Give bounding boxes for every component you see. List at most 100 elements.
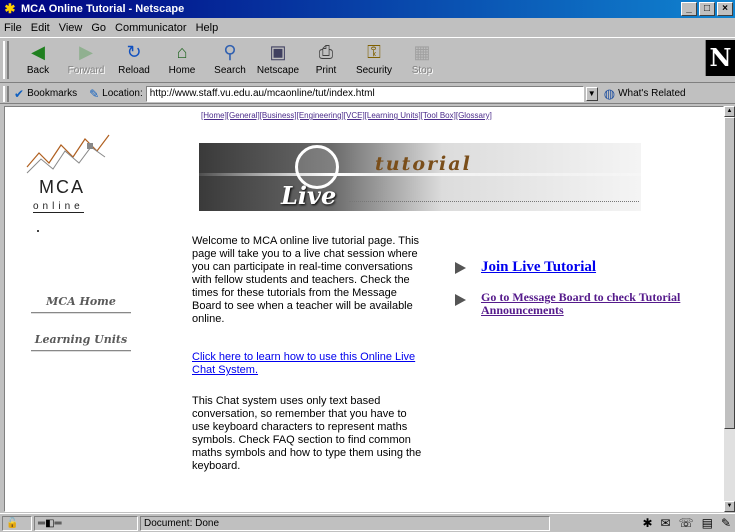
security-label: Security [355,65,393,76]
navigator-icon[interactable]: ✱ [642,516,652,530]
home-label: Home [168,65,196,76]
url-dropdown-button[interactable]: ▼ [585,86,598,101]
edit-icon[interactable]: ✎ [721,516,731,530]
sidenav-divider [31,312,131,313]
print-icon: ⎙ [318,41,334,62]
sidenav-learning-units-label: Learning Units [34,333,128,346]
bookmark-icon: ✔ [14,86,25,101]
scroll-down-button[interactable]: ▼ [724,501,735,512]
sidenav-mca-home-label: MCA Home [46,295,116,308]
globe-icon: ◍ [603,85,616,101]
forward-button[interactable]: ▶ Forward [62,38,110,82]
netscape-label: Netscape [256,65,300,76]
logo-text-online: online [33,201,84,213]
mca-online-logo[interactable]: MCA online [25,129,125,215]
intro-paragraph: Welcome to MCA online live tutorial page… [192,235,420,325]
logo-graph-icon [26,134,110,174]
message-board-link[interactable]: Go to Message Board to check Tutorial An… [481,291,681,317]
nav-link-vce[interactable]: [VCE] [344,111,365,120]
location-label: ✎ Location: [89,87,143,101]
stop-icon: ▦ [413,41,431,62]
window-title: MCA Online Tutorial - Netscape [21,3,185,15]
toolbar-grip[interactable] [3,41,9,79]
reload-icon: ↻ [126,41,142,62]
logo-text-mca: MCA [39,177,85,197]
scroll-up-button[interactable]: ▲ [724,106,735,117]
whats-related-button[interactable]: ◍ What's Related [604,86,686,102]
composer-icon[interactable]: ▤ [702,516,713,530]
netscape-icon: ▣ [269,41,287,62]
banner-live-text: Live [281,181,337,210]
netscape-button[interactable]: ▣ Netscape [254,38,302,82]
nav-link-general[interactable]: [General] [227,111,260,120]
menu-edit[interactable]: Edit [31,22,50,34]
decorative-dot [37,230,39,232]
title-bar: ✱ MCA Online Tutorial - Netscape _ □ × [0,0,735,18]
search-icon: ⚲ [223,41,237,62]
discussion-icon[interactable]: ☏ [679,516,694,530]
security-button[interactable]: ⚿ Security [350,38,398,82]
reload-button[interactable]: ↻ Reload [110,38,158,82]
status-bar: 🔓 ═◧═ Document: Done ✱ ✉ ☏ ▤ ✎ [0,513,735,532]
stop-button[interactable]: ▦ Stop [398,38,446,82]
join-live-tutorial-link[interactable]: Join Live Tutorial [481,259,596,276]
whats-related-label: What's Related [618,88,686,99]
status-text: Document: Done [140,515,550,531]
home-button[interactable]: ⌂ Home [158,38,206,82]
sidenav-learning-units[interactable]: Learning Units [31,333,131,351]
back-label: Back [26,65,50,76]
nav-link-business[interactable]: [Business] [260,111,297,120]
reload-label: Reload [118,65,150,76]
scroll-thumb[interactable] [724,117,735,429]
maximize-button[interactable]: □ [699,2,715,16]
bookmarks-label: Bookmarks [27,88,78,99]
menu-communicator[interactable]: Communicator [115,22,187,34]
bookmarks-button[interactable]: ✔ Bookmarks [14,87,77,101]
howto-link[interactable]: Click here to learn how to use this Onli… [192,351,424,377]
navigation-toolbar: ◀ Back ▶ Forward ↻ Reload ⌂ Home ⚲ Searc… [0,37,735,83]
sidenav-mca-home[interactable]: MCA Home [31,295,131,313]
sidenav-divider [31,350,131,351]
url-input[interactable] [145,85,584,102]
location-toolbar-grip[interactable] [3,86,9,102]
menu-bar: File Edit View Go Communicator Help [0,19,735,36]
nav-link-home[interactable]: [Home] [201,111,227,120]
forward-label: Forward [67,65,105,76]
window-controls: _ □ × [681,2,733,16]
top-navigation: [Home][General][Business][Engineering][V… [201,111,492,120]
security-status-icon[interactable]: 🔓 [2,515,32,531]
netscape-app-icon: ✱ [4,1,16,16]
vertical-scrollbar[interactable]: ▲ ▼ [724,106,735,512]
page-content: [Home][General][Business][Engineering][V… [4,106,724,512]
lock-icon: ⚿ [367,41,381,62]
progress-indicator: ═◧═ [34,515,138,531]
banner-dotted-line [349,201,639,202]
arrow-right-icon [455,294,466,306]
mail-icon[interactable]: ✉ [661,516,671,530]
location-label-text: Location: [102,88,143,99]
menu-view[interactable]: View [59,22,83,34]
banner-tutorial-text: tutorial [375,153,472,175]
minimize-button[interactable]: _ [681,2,697,16]
menu-go[interactable]: Go [91,22,106,34]
arrow-right-icon [455,262,466,274]
home-icon: ⌂ [176,41,188,62]
stop-label: Stop [411,65,433,76]
nav-link-engineering[interactable]: [Engineering] [297,111,344,120]
nav-link-tool-box[interactable]: [Tool Box] [421,111,456,120]
back-button[interactable]: ◀ Back [14,38,62,82]
close-button[interactable]: × [717,2,733,16]
back-arrow-icon: ◀ [31,41,45,62]
netscape-logo[interactable]: N [705,40,735,76]
live-tutorial-banner: Live tutorial [199,143,641,211]
print-button[interactable]: ⎙ Print [302,38,350,82]
search-button[interactable]: ⚲ Search [206,38,254,82]
menu-file[interactable]: File [4,22,22,34]
nav-link-learning-units[interactable]: [Learning Units] [365,111,421,120]
nav-link-glossary[interactable]: [Glossary] [456,111,492,120]
menu-help[interactable]: Help [196,22,219,34]
location-icon: ✎ [89,86,100,101]
search-label: Search [214,65,246,76]
chat-info-paragraph: This Chat system uses only text based co… [192,395,422,472]
print-label: Print [315,65,337,76]
